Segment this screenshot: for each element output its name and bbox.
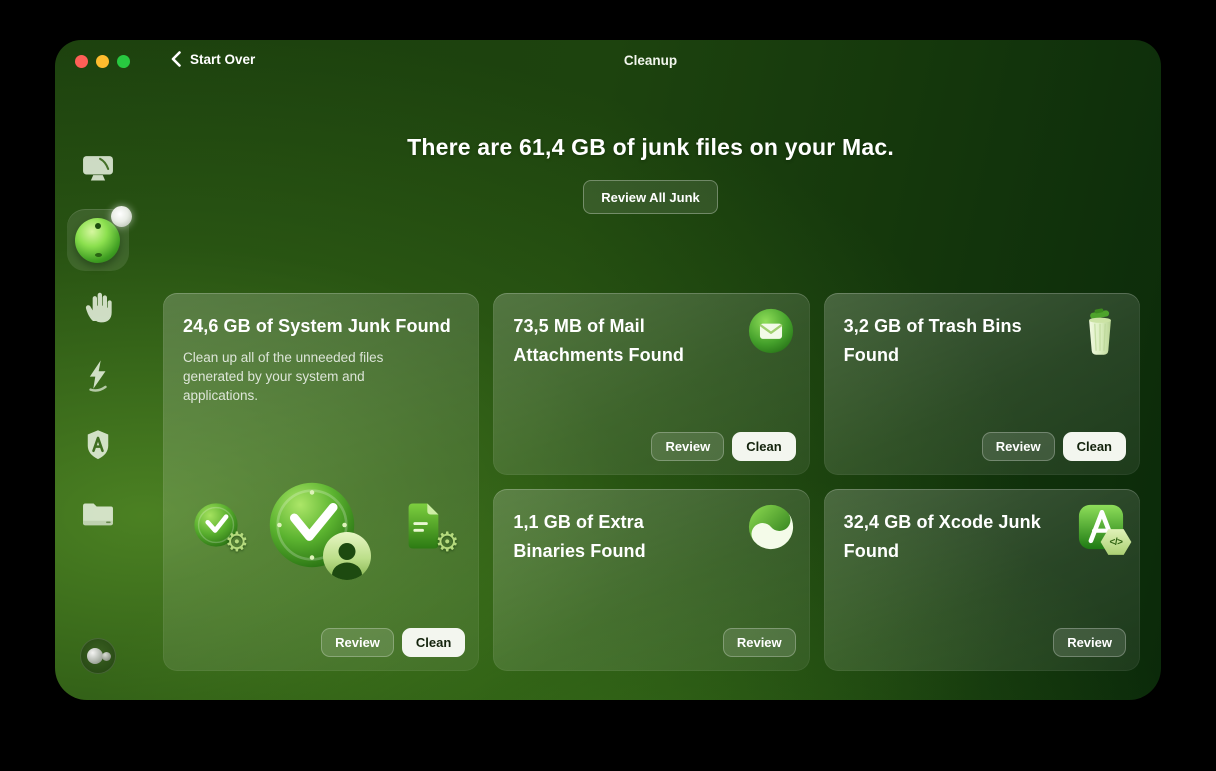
card-title: 3,2 GB of Trash Bins Found bbox=[843, 316, 1022, 365]
card-system-junk[interactable]: 24,6 GB of System Junk Found Clean up al… bbox=[163, 293, 480, 671]
cleanup-window: Start Over Cleanup There are 61,4 GB of … bbox=[55, 40, 1161, 700]
traffic-lights bbox=[75, 55, 130, 68]
mail-icon bbox=[748, 308, 794, 354]
card-mail-attachments[interactable]: 73,5 MB of Mail Attachments Found Review… bbox=[493, 293, 810, 475]
card-xcode-junk[interactable]: 32,4 GB of Xcode Junk Found </> Review bbox=[823, 489, 1140, 671]
clean-button[interactable]: Clean bbox=[732, 432, 796, 461]
smart-care-display-icon bbox=[81, 154, 115, 189]
review-button[interactable]: Review bbox=[321, 628, 394, 657]
clean-button[interactable]: Clean bbox=[401, 628, 466, 657]
assistant-icon bbox=[86, 648, 103, 664]
cleanup-orb-icon bbox=[75, 217, 120, 263]
gear-icon: ⚙ bbox=[224, 527, 249, 558]
cards-grid: 24,6 GB of System Junk Found Clean up al… bbox=[163, 293, 1140, 671]
assistant-button[interactable] bbox=[79, 638, 116, 674]
user-badge-icon bbox=[322, 531, 372, 581]
close-button[interactable] bbox=[75, 55, 88, 68]
sidebar-item-cleanup[interactable] bbox=[66, 206, 132, 271]
performance-bolt-icon bbox=[84, 359, 112, 398]
trash-icon bbox=[1078, 308, 1124, 355]
review-button[interactable]: Review bbox=[722, 628, 796, 657]
review-all-junk-button[interactable]: Review All Junk bbox=[583, 180, 718, 214]
card-title: 24,6 GB of System Junk Found bbox=[183, 316, 451, 336]
junk-summary-headline: There are 61,4 GB of junk files on your … bbox=[407, 134, 894, 160]
cleanup-notification-badge bbox=[110, 206, 132, 227]
review-button[interactable]: Review bbox=[651, 432, 725, 461]
minimize-button[interactable] bbox=[96, 55, 109, 68]
binaries-icon bbox=[748, 504, 794, 550]
sidebar-item-protection[interactable] bbox=[67, 278, 129, 340]
titlebar: Start Over Cleanup bbox=[55, 40, 1161, 84]
card-description: Clean up all of the unneeded files gener… bbox=[183, 350, 384, 403]
assistant-icon-small bbox=[101, 652, 111, 661]
my-clutter-folder-icon bbox=[81, 500, 115, 533]
clock-user-icon bbox=[268, 481, 372, 580]
sidebar-item-smart-care[interactable] bbox=[67, 140, 129, 202]
gear-icon: ⚙ bbox=[435, 527, 460, 558]
xcode-icon: </> bbox=[1078, 504, 1132, 555]
card-trash-bins[interactable]: 3,2 GB of Trash Bins Found Review Clean bbox=[823, 293, 1140, 475]
sidebar-item-performance[interactable] bbox=[67, 347, 129, 409]
document-gear-icon: ⚙ bbox=[403, 502, 459, 556]
card-extra-binaries[interactable]: 1,1 GB of Extra Binaries Found Review bbox=[493, 489, 810, 671]
clean-button[interactable]: Clean bbox=[1062, 432, 1126, 461]
protection-hand-icon bbox=[83, 290, 113, 329]
main-content: There are 61,4 GB of junk files on your … bbox=[140, 84, 1161, 700]
card-title: 1,1 GB of Extra Binaries Found bbox=[513, 512, 646, 561]
sidebar bbox=[55, 84, 140, 700]
window-title: Cleanup bbox=[623, 53, 678, 68]
review-button[interactable]: Review bbox=[981, 432, 1055, 461]
system-junk-illustration: ⚙ ⚙ bbox=[163, 465, 479, 585]
card-title: 73,5 MB of Mail Attachments Found bbox=[513, 316, 685, 365]
card-title: 32,4 GB of Xcode Junk Found bbox=[843, 512, 1041, 561]
review-button[interactable]: Review bbox=[1053, 628, 1126, 657]
sidebar-item-applications[interactable] bbox=[67, 416, 129, 478]
clock-gear-icon: ⚙ bbox=[193, 502, 249, 556]
sidebar-item-my-clutter[interactable] bbox=[67, 485, 129, 547]
screen: Start Over Cleanup There are 61,4 GB of … bbox=[0, 0, 1216, 771]
applications-shield-icon bbox=[82, 429, 114, 466]
zoom-button[interactable] bbox=[117, 55, 130, 68]
